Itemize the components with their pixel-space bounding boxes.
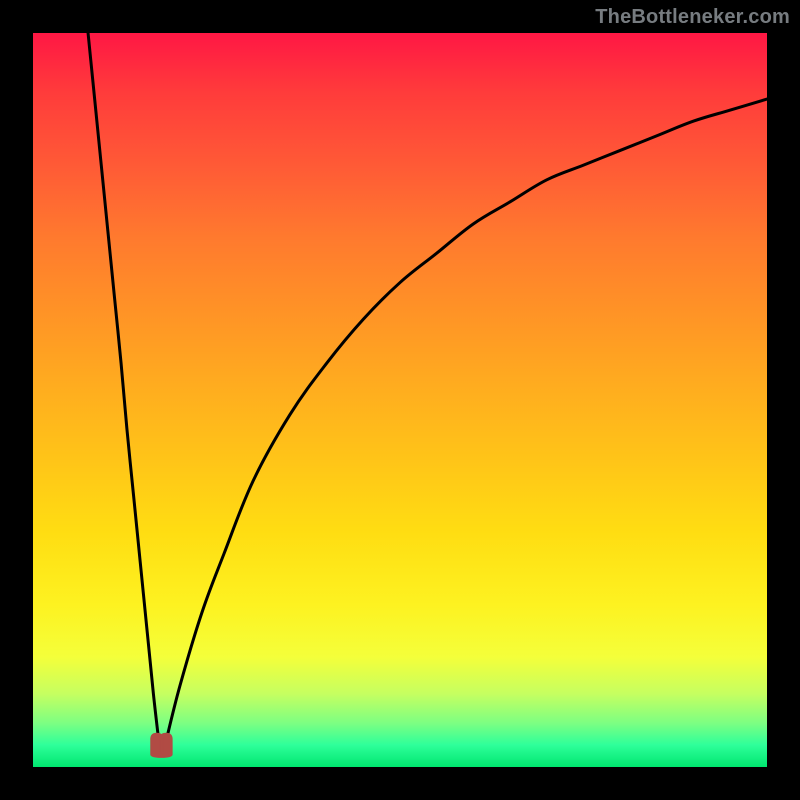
watermark-text: TheBottleneker.com bbox=[595, 6, 790, 29]
plot-area bbox=[33, 33, 767, 767]
curve-left-branch bbox=[88, 33, 159, 745]
curve-right-branch bbox=[165, 99, 767, 745]
chart-frame: TheBottleneker.com bbox=[0, 0, 800, 800]
cusp-marker bbox=[151, 733, 172, 757]
chart-svg bbox=[33, 33, 767, 767]
